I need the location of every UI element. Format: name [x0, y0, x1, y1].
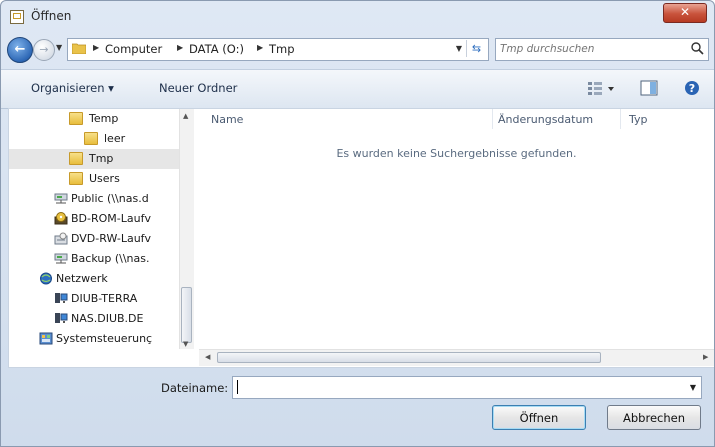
sidebar-scroll-thumb[interactable] [181, 287, 192, 343]
file-list: Name Änderungsdatum Typ Es wurden keine … [199, 109, 714, 349]
filename-label: Dateiname: [161, 381, 229, 395]
svg-text:?: ? [689, 82, 695, 95]
address-dropdown-icon[interactable]: ▼ [456, 44, 462, 53]
scroll-down-icon[interactable]: ▼ [183, 340, 188, 348]
scroll-up-icon[interactable]: ▲ [183, 112, 188, 120]
refresh-icon[interactable]: ⇆ [466, 40, 486, 57]
sidebar-scrollbar[interactable]: ▲ ▼ [179, 109, 194, 349]
view-options-icon[interactable] [587, 80, 615, 96]
new-folder-button[interactable]: Neuer Ordner [159, 81, 237, 95]
sidebar-item-backup[interactable]: Backup (\\nas. [9, 249, 179, 269]
sidebar-item-nas-diub[interactable]: NAS.DIUB.DE [9, 309, 179, 329]
filename-field[interactable]: ▼ [232, 376, 702, 399]
history-dropdown-icon[interactable]: ▼ [56, 43, 64, 53]
chevron-right-icon: ▶ [257, 43, 264, 52]
back-arrow-icon[interactable]: ← [7, 37, 33, 63]
file-list-scroll-thumb[interactable] [217, 352, 601, 363]
sidebar-item-leer[interactable]: leer [9, 129, 179, 149]
chevron-right-icon: ▶ [93, 43, 100, 52]
breadcrumb-tmp[interactable]: Tmp [269, 42, 295, 56]
computer-icon [55, 313, 68, 323]
sidebar-item-dvd-rw[interactable]: DVD-RW-Laufv [9, 229, 179, 249]
sidebar-item-netzwerk[interactable]: Netzwerk [9, 269, 179, 289]
sidebar-item-bd-rom[interactable]: BD-ROM-Laufv [9, 209, 179, 229]
dialog-footer: Dateiname: ▼ Öffnen Abbrechen [1, 367, 714, 446]
forward-arrow-icon[interactable]: → [33, 39, 55, 61]
window-title: Öffnen [31, 9, 72, 23]
text-cursor [237, 380, 238, 394]
scroll-left-icon[interactable]: ◀ [205, 353, 210, 361]
scroll-right-icon[interactable]: ▶ [703, 353, 708, 361]
file-list-scrollbar[interactable]: ◀ ▶ [199, 349, 714, 366]
network-drive-icon [54, 193, 68, 204]
dvd-drive-icon [54, 232, 68, 245]
organize-button[interactable]: Organisieren ▾ [31, 81, 114, 95]
bd-rom-icon [54, 212, 68, 225]
search-box[interactable] [495, 38, 709, 61]
folder-icon [69, 172, 83, 185]
column-divider[interactable] [620, 109, 621, 129]
column-header-type[interactable]: Typ [629, 113, 648, 126]
sidebar-item-systemsteuerung[interactable]: Systemsteuerunç [9, 329, 179, 349]
column-divider[interactable] [492, 109, 493, 129]
title-bar: Öffnen ✕ [1, 1, 714, 33]
control-panel-icon [39, 332, 53, 345]
filename-dropdown-icon[interactable]: ▼ [690, 383, 696, 392]
sidebar-item-tmp[interactable]: Tmp [9, 149, 179, 169]
breadcrumb-computer[interactable]: Computer [105, 42, 162, 56]
filename-input[interactable] [237, 379, 677, 395]
command-bar: Organisieren ▾ Neuer Ordner ? [1, 69, 714, 109]
open-file-dialog: Öffnen ✕ ← → ▼ ▶ Computer ▶ DATA (O:) ▶ … [0, 0, 715, 447]
folder-icon [84, 132, 98, 145]
dialog-icon [10, 10, 24, 24]
folder-icon [69, 152, 83, 165]
preview-pane-icon[interactable] [640, 80, 658, 96]
sidebar-item-public[interactable]: Public (\\nas.d [9, 189, 179, 209]
column-header-name[interactable]: Name [211, 113, 243, 126]
content-area: Temp leer Tmp Users Public (\\nas.d BD-R… [8, 108, 714, 368]
cancel-button[interactable]: Abbrechen [607, 405, 701, 430]
close-button[interactable]: ✕ [663, 3, 707, 23]
navigation-bar: ← → ▼ ▶ Computer ▶ DATA (O:) ▶ Tmp ▼ ⇆ [1, 35, 714, 63]
navigation-pane: Temp leer Tmp Users Public (\\nas.d BD-R… [9, 109, 187, 349]
folder-icon [72, 43, 86, 54]
chevron-right-icon: ▶ [177, 43, 184, 52]
search-input[interactable] [500, 41, 680, 57]
help-icon[interactable]: ? [684, 80, 700, 96]
sidebar-item-temp[interactable]: Temp [9, 109, 179, 129]
address-bar[interactable]: ▶ Computer ▶ DATA (O:) ▶ Tmp ▼ ⇆ [67, 38, 489, 61]
search-icon[interactable] [690, 41, 705, 56]
computer-icon [55, 293, 68, 303]
empty-results-message: Es wurden keine Suchergebnisse gefunden. [336, 147, 577, 160]
network-icon [40, 272, 52, 285]
network-drive-icon [54, 253, 68, 264]
sidebar-item-users[interactable]: Users [9, 169, 179, 189]
column-header-modified[interactable]: Änderungsdatum [498, 113, 593, 126]
sidebar-item-diub-terra[interactable]: DIUB-TERRA [9, 289, 179, 309]
breadcrumb-data-drive[interactable]: DATA (O:) [189, 42, 244, 56]
open-button[interactable]: Öffnen [492, 405, 586, 430]
folder-icon [69, 112, 83, 125]
